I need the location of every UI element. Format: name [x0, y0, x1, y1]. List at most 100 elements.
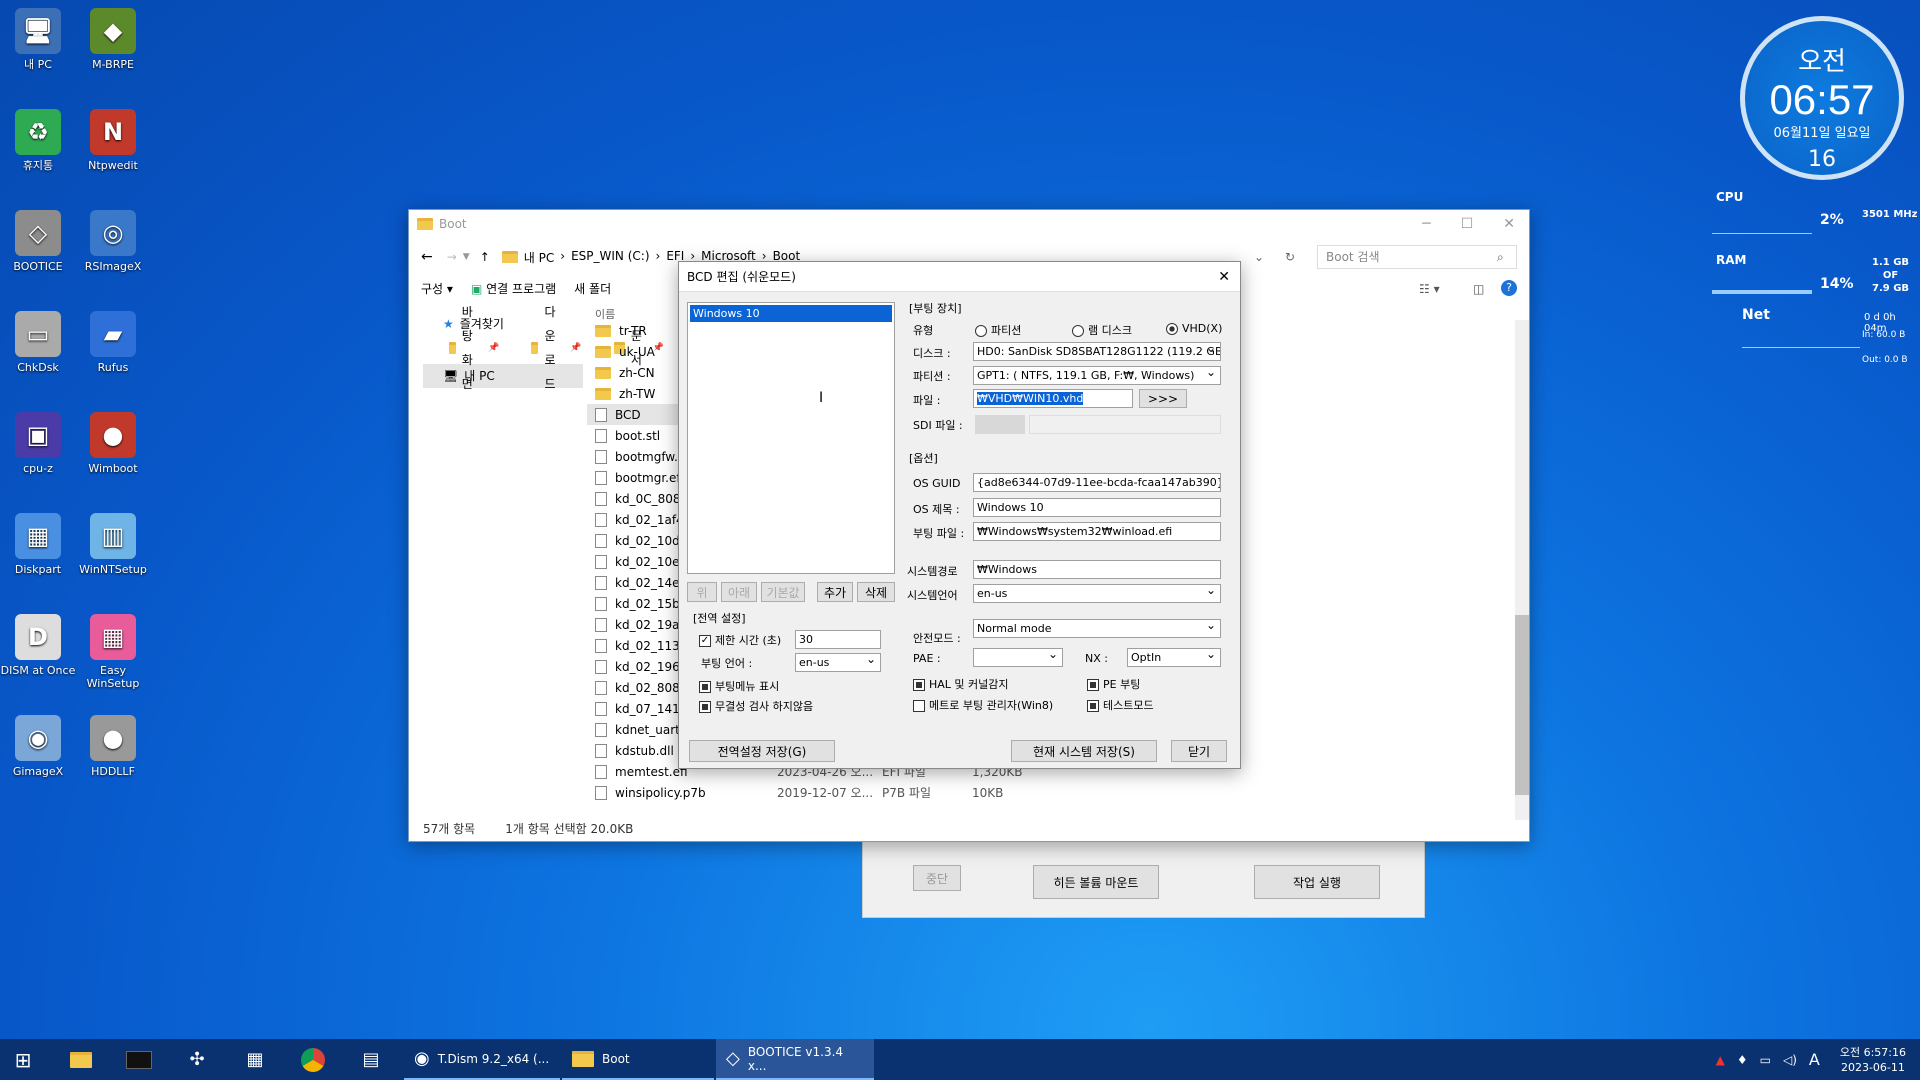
- bcd-close-icon[interactable]: ✕: [1218, 269, 1240, 285]
- address-dropdown-icon[interactable]: ⌄: [1254, 250, 1264, 264]
- stop-button[interactable]: 중단: [913, 865, 961, 891]
- desktop-icon-label: 휴지통: [22, 159, 54, 172]
- input-language[interactable]: A: [1809, 1050, 1820, 1069]
- os-title-input[interactable]: Windows 10: [973, 498, 1221, 517]
- show-boot-menu-checkbox[interactable]: 부팅메뉴 표시: [699, 678, 779, 694]
- preview-pane-icon[interactable]: ◫: [1473, 282, 1484, 296]
- taskbar-clock[interactable]: 오전 6:57:16 2023-06-11: [1840, 1045, 1906, 1075]
- taskbar-tool-icon[interactable]: ✣: [174, 1039, 220, 1080]
- run-task-button[interactable]: 작업 실행: [1254, 865, 1380, 899]
- hidden-volume-mount-button[interactable]: 히든 볼륨 마운트: [1033, 865, 1159, 899]
- close-button[interactable]: ✕: [1503, 216, 1515, 232]
- vertical-scrollbar[interactable]: [1515, 320, 1529, 820]
- tray-drop-icon[interactable]: ♦: [1737, 1053, 1748, 1067]
- breadcrumb-item[interactable]: 내 PC: [524, 249, 554, 266]
- desktop-icon-gimagex[interactable]: ◉ GimageX: [0, 715, 78, 778]
- disk-select[interactable]: HD0: SanDisk SD8SBAT128G1122 (119.2 GB, …: [973, 342, 1221, 361]
- scrollbar-thumb[interactable]: [1515, 615, 1529, 795]
- desktop-icon-easywinsetup[interactable]: ▦ Easy WinSetup: [73, 614, 153, 690]
- refresh-icon[interactable]: ↻: [1285, 250, 1295, 264]
- safe-mode-select[interactable]: Normal mode: [973, 619, 1221, 638]
- no-integrity-check-checkbox[interactable]: 무결성 검사 하지않음: [699, 698, 813, 714]
- nx-select[interactable]: OptIn: [1127, 648, 1221, 667]
- volume-icon[interactable]: ◁): [1783, 1053, 1797, 1067]
- desktop-icon-diskpart[interactable]: ▦ Diskpart: [0, 513, 78, 576]
- maximize-button[interactable]: ☐: [1461, 216, 1474, 232]
- desktop-icon-rsimagex[interactable]: ◎ RSImageX: [73, 210, 153, 273]
- taskbar-setup-icon[interactable]: ▤: [348, 1039, 394, 1080]
- desktop-icon-chkdsk[interactable]: ▭ ChkDsk: [0, 311, 78, 374]
- taskbar-app[interactable]: Boot: [562, 1039, 714, 1080]
- nav-item[interactable]: 바탕 화면 📌: [423, 305, 499, 391]
- search-input[interactable]: Boot 검색: [1317, 245, 1517, 269]
- up-arrow-icon[interactable]: ↑: [480, 250, 490, 264]
- desktop-icon-rufus[interactable]: ▰ Rufus: [73, 311, 153, 374]
- open-with-button[interactable]: ▣ 연결 프로그램: [471, 280, 556, 297]
- setup-icon: ▤: [362, 1049, 380, 1070]
- breadcrumb-item[interactable]: ESP_WIN (C:): [571, 249, 649, 266]
- recent-dropdown-icon[interactable]: ▼: [463, 252, 470, 262]
- network-icon[interactable]: ▭: [1760, 1053, 1771, 1067]
- help-icon[interactable]: ?: [1501, 280, 1517, 296]
- taskbar-app[interactable]: ◇ BOOTICE v1.3.4 x...: [716, 1039, 874, 1080]
- taskbar-media-icon[interactable]: ▦: [232, 1039, 278, 1080]
- save-global-button[interactable]: 전역설정 저장(G): [689, 740, 835, 762]
- desktop-icon-wimboot[interactable]: ● Wimboot: [73, 412, 153, 475]
- hal-detect-checkbox[interactable]: HAL 및 커널감지: [913, 676, 1009, 692]
- taskbar-app[interactable]: ◉ T.Dism 9.2_x64 (...: [404, 1039, 560, 1080]
- close-dialog-button[interactable]: 닫기: [1171, 740, 1227, 762]
- system-language-select[interactable]: en-us: [973, 584, 1221, 603]
- desktop-icon-cpuz[interactable]: ▣ cpu-z: [0, 412, 78, 475]
- chrome-taskbar-icon[interactable]: [290, 1039, 336, 1080]
- desktop-icon-winntsetup[interactable]: ▥ WinNTSetup: [73, 513, 153, 576]
- desktop-icon-pc[interactable]: 🖥 내 PC: [0, 8, 78, 71]
- radio-ramdisk[interactable]: 램 디스크: [1072, 322, 1132, 338]
- timeout-checkbox[interactable]: ✓ 제한 시간 (초): [699, 632, 781, 648]
- nav-this-pc-label: 내 PC: [464, 369, 495, 383]
- desktop-icon-drive[interactable]: ◆ M-BRPE: [73, 8, 153, 71]
- minimize-button[interactable]: ─: [1422, 216, 1430, 232]
- new-folder-button[interactable]: 새 폴더: [574, 280, 611, 297]
- file-explorer-taskbar-icon[interactable]: [58, 1039, 104, 1080]
- system-path-input[interactable]: ₩Windows: [973, 560, 1221, 579]
- metro-boot-checkbox[interactable]: 메트로 부팅 관리자(Win8): [913, 697, 1053, 713]
- desktop-icon-recycle-bin[interactable]: ♻ 휴지통: [0, 109, 78, 172]
- os-guid-input[interactable]: {ad8e6344-07d9-11ee-bcda-fcaa147ab390}: [973, 473, 1221, 492]
- delete-entry-button[interactable]: 삭제: [857, 582, 895, 602]
- desktop-icon-dism[interactable]: D DISM at Once: [0, 614, 78, 677]
- organize-menu[interactable]: 구성 ▾: [421, 280, 453, 297]
- ram-total: 7.9 GB: [1872, 283, 1910, 294]
- browse-button[interactable]: >>>: [1139, 389, 1187, 408]
- radio-vhd[interactable]: VHD(X): [1166, 322, 1222, 335]
- move-up-button[interactable]: 위: [687, 582, 717, 602]
- tray-arrow-icon[interactable]: ▲: [1716, 1053, 1725, 1067]
- desktop-icon-ntpwedit[interactable]: N Ntpwedit: [73, 109, 153, 172]
- file-row[interactable]: winsipolicy.p7b 2019-12-07 오... P7B 파일 10KB: [587, 782, 1067, 803]
- view-options-icon[interactable]: ☷ ▾: [1419, 282, 1440, 296]
- add-entry-button[interactable]: 추가: [817, 582, 853, 602]
- boot-entry-list[interactable]: Windows 10: [687, 302, 895, 574]
- timeout-input[interactable]: 30: [795, 630, 881, 649]
- file-input[interactable]: ₩VHD₩WIN10.vhd: [973, 389, 1133, 408]
- forward-arrow-icon[interactable]: →: [447, 250, 457, 264]
- nav-item[interactable]: 다운로드 📌: [505, 305, 582, 391]
- desktop-icon-bootice[interactable]: ◇ BOOTICE: [0, 210, 78, 273]
- boot-entry-item[interactable]: Windows 10: [690, 305, 892, 322]
- set-default-button[interactable]: 기본값: [761, 582, 805, 602]
- move-down-button[interactable]: 아래: [721, 582, 757, 602]
- save-current-system-button[interactable]: 현재 시스템 저장(S): [1011, 740, 1157, 762]
- desktop-icon-hddllf[interactable]: ● HDDLLF: [73, 715, 153, 778]
- radio-partition-label: 파티션: [991, 324, 1022, 337]
- file-name: zh-CN: [619, 365, 655, 380]
- boot-file-input[interactable]: ₩Windows₩system32₩winload.efi: [973, 522, 1221, 541]
- pae-select[interactable]: [973, 648, 1063, 667]
- start-button[interactable]: ⊞: [0, 1039, 46, 1080]
- boot-language-select[interactable]: en-us: [795, 653, 881, 672]
- pe-boot-checkbox[interactable]: PE 부팅: [1087, 676, 1140, 692]
- test-mode-checkbox[interactable]: 테스트모드: [1087, 697, 1154, 713]
- radio-partition[interactable]: 파티션: [975, 322, 1021, 338]
- partition-select[interactable]: GPT1: ( NTFS, 119.1 GB, F:₩, Windows): [973, 366, 1221, 385]
- net-out: Out: 0.0 B: [1862, 355, 1908, 365]
- back-arrow-icon[interactable]: ←: [421, 249, 433, 265]
- cmd-taskbar-icon[interactable]: [116, 1039, 162, 1080]
